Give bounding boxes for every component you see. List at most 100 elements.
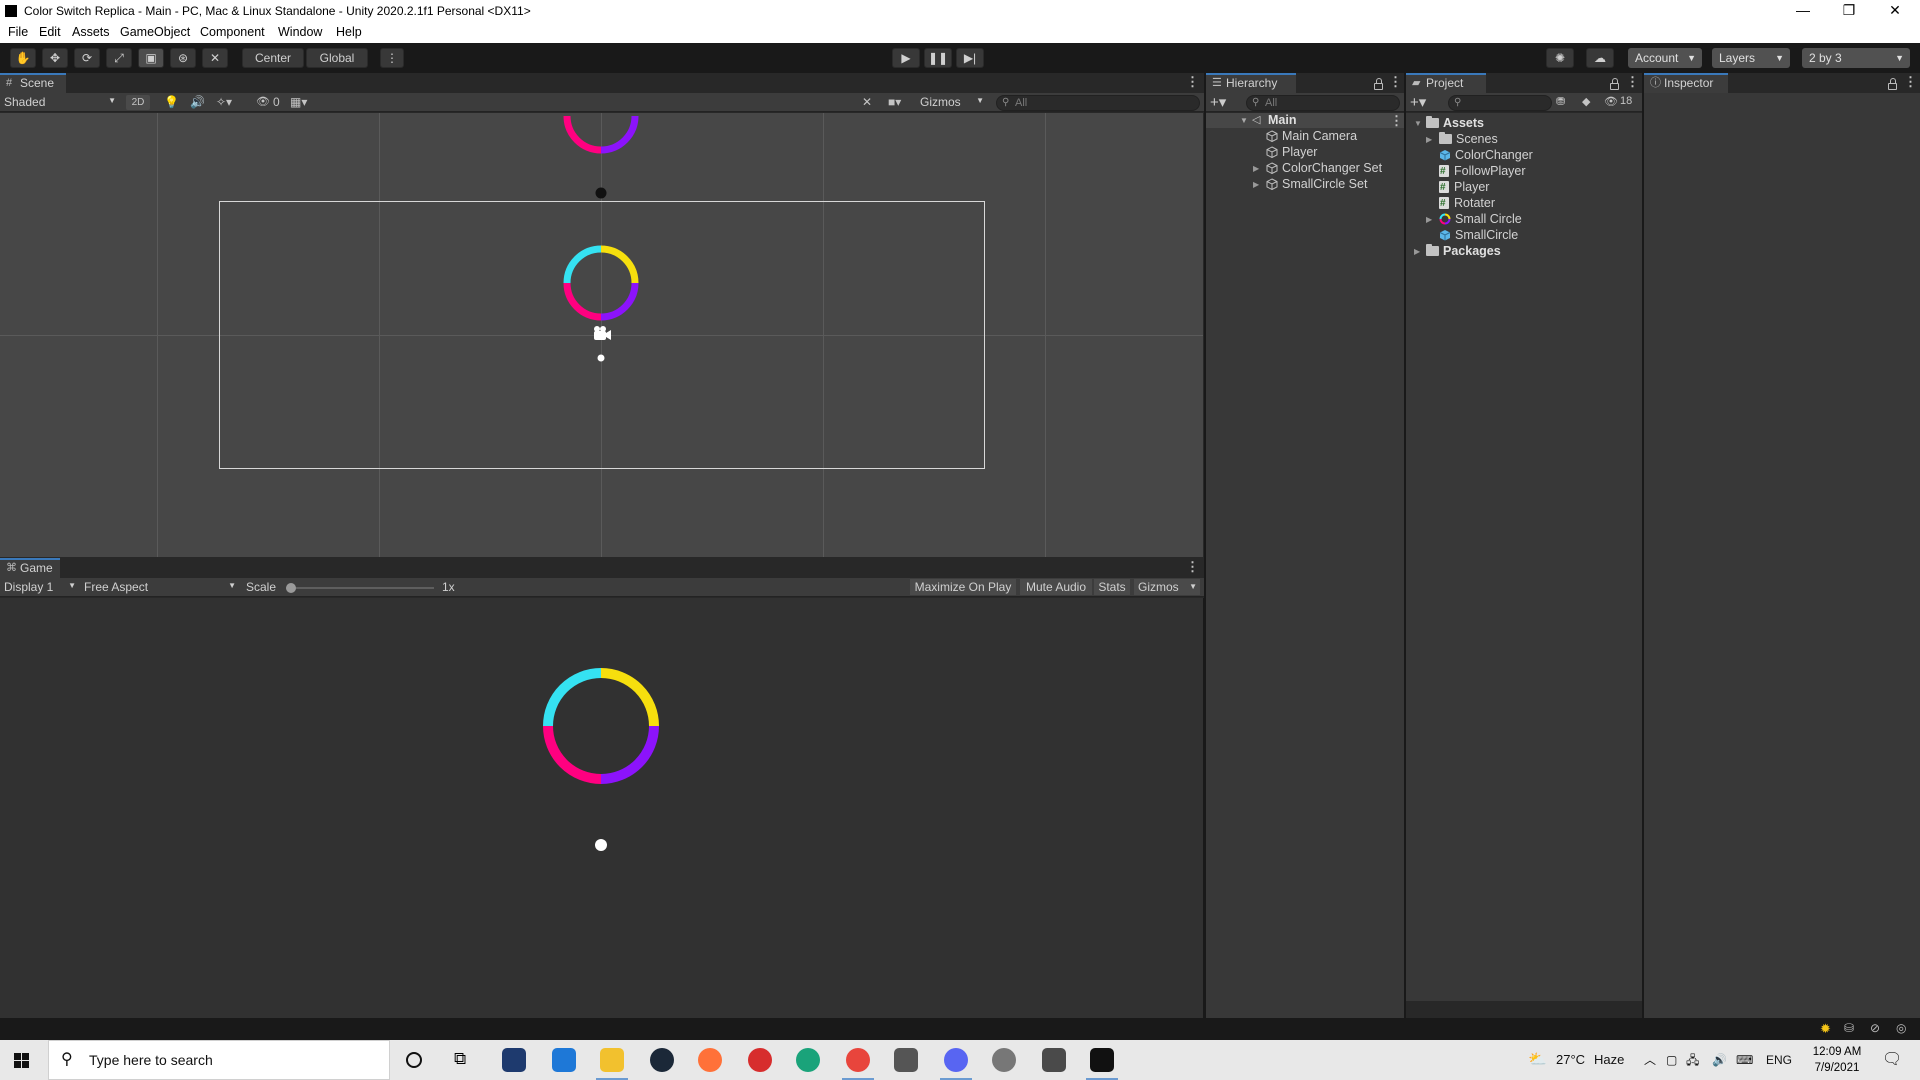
unity-editor-icon[interactable]	[1086, 1048, 1118, 1080]
add-icon[interactable]: +▾	[1410, 93, 1426, 111]
project-folder-scenes[interactable]: ▶ Scenes	[1426, 132, 1498, 147]
play-button[interactable]: ▶	[892, 48, 920, 68]
project-prefab-smallcircle[interactable]: SmallCircle	[1439, 228, 1518, 243]
move-tool-icon[interactable]: ✥	[42, 48, 68, 68]
lighting-icon[interactable]: 💡	[164, 95, 179, 109]
aspect-dropdown[interactable]: Free Aspect ▼	[84, 580, 238, 595]
hand-tool-icon[interactable]: ✋	[10, 48, 36, 68]
game-viewport[interactable]	[0, 598, 1203, 1018]
keyboard-icon[interactable]: ⌨	[1736, 1040, 1753, 1080]
expand-arrow-icon[interactable]: ▶	[1253, 161, 1259, 176]
scene-search-input[interactable]: ⚲ All	[996, 95, 1200, 111]
tray-app-icon[interactable]: ▢	[1666, 1040, 1677, 1080]
rotate-tool-icon[interactable]: ⟳	[74, 48, 100, 68]
gizmos-dropdown[interactable]: Gizmos ▼	[920, 95, 986, 110]
transform-tool-icon[interactable]: ⊛	[170, 48, 196, 68]
camera-app-icon[interactable]	[1042, 1048, 1066, 1072]
hierarchy-item-main-camera[interactable]: Main Camera	[1266, 129, 1357, 144]
hierarchy-menu-icon[interactable]: ⋮	[1389, 74, 1402, 90]
pivot-rotation-button[interactable]: Global	[306, 48, 368, 68]
scene-menu-icon[interactable]: ⋮	[1186, 74, 1199, 90]
lock-icon[interactable]	[1888, 78, 1897, 90]
store-icon[interactable]	[502, 1048, 526, 1072]
inspector-menu-icon[interactable]: ⋮	[1904, 74, 1917, 90]
weather-icon[interactable]: ⛅	[1528, 1040, 1547, 1080]
audio-icon[interactable]: 🔊	[190, 95, 205, 109]
layout-dropdown[interactable]: 2 by 3 ▼	[1802, 48, 1910, 68]
expand-arrow-icon[interactable]: ▶	[1426, 212, 1432, 227]
menu-component[interactable]: Component	[200, 25, 265, 39]
lock-icon[interactable]	[1374, 78, 1383, 90]
tab-game[interactable]: ⌘ Game	[0, 558, 60, 578]
camera-gizmo-icon[interactable]	[594, 326, 611, 340]
file-explorer-icon[interactable]	[596, 1048, 628, 1080]
chrome-icon[interactable]	[842, 1048, 874, 1080]
scene-menu-icon[interactable]: ⋮	[1390, 113, 1403, 128]
expand-arrow-icon[interactable]: ▶	[1426, 132, 1432, 147]
scale-tool-icon[interactable]: ⤢	[106, 48, 132, 68]
tab-project[interactable]: ▰ Project	[1406, 73, 1486, 93]
tab-scene[interactable]: # Scene	[0, 73, 66, 93]
windows-start-icon[interactable]	[14, 1053, 29, 1068]
project-script-player[interactable]: Player	[1439, 180, 1489, 195]
mute-audio-toggle[interactable]: Mute Audio	[1020, 579, 1092, 595]
notifications-icon[interactable]: 🗨	[1882, 1040, 1902, 1080]
step-button[interactable]: ▶|	[956, 48, 984, 68]
task-view-icon[interactable]: ⧉	[454, 1049, 466, 1069]
display-dropdown[interactable]: Display 1 ▼	[4, 580, 78, 595]
expand-arrow-icon[interactable]: ▼	[1240, 113, 1248, 128]
debug-icon[interactable]: ⊘	[1870, 1021, 1880, 1035]
rect-tool-icon[interactable]: ▣	[138, 48, 164, 68]
account-dropdown[interactable]: Account ▼	[1628, 48, 1702, 68]
hierarchy-search-input[interactable]: ⚲ All	[1246, 95, 1400, 111]
tab-inspector[interactable]: ⓘ Inspector	[1644, 73, 1728, 93]
hierarchy-item-player[interactable]: Player	[1266, 145, 1317, 160]
clock[interactable]: 12:09 AM 7/9/2021	[1804, 1044, 1870, 1076]
discord-icon[interactable]	[940, 1048, 972, 1080]
grid-toggle-icon[interactable]: ▦▾	[290, 95, 307, 109]
filter-type-icon[interactable]: ⛃	[1556, 95, 1565, 108]
cloud-icon[interactable]: ☁	[1586, 48, 1614, 68]
pocket-casts-icon[interactable]	[748, 1048, 772, 1072]
color-changer-dot[interactable]	[595, 187, 607, 199]
menu-help[interactable]: Help	[336, 25, 362, 39]
language-indicator[interactable]: ENG	[1766, 1040, 1792, 1080]
menu-edit[interactable]: Edit	[39, 25, 61, 39]
player-dot[interactable]	[597, 354, 605, 362]
project-menu-icon[interactable]: ⋮	[1626, 74, 1639, 90]
mail-icon[interactable]	[552, 1048, 576, 1072]
tray-chevron-icon[interactable]: ︿	[1644, 1040, 1656, 1080]
color-ring[interactable]	[563, 245, 639, 321]
menu-assets[interactable]: Assets	[72, 25, 110, 39]
camera-icon[interactable]: ■▾	[888, 95, 901, 109]
firefox-icon[interactable]	[698, 1048, 722, 1072]
volume-icon[interactable]: 🔊	[1712, 1040, 1727, 1080]
sun-progress-icon[interactable]: ✹	[1820, 1021, 1831, 1037]
scene-viewport[interactable]	[0, 113, 1203, 557]
project-folder-packages[interactable]: ▶ Packages	[1414, 244, 1501, 259]
2d-mode-button[interactable]: 2D	[126, 95, 150, 110]
hidden-packages-icon[interactable]: 👁	[1604, 95, 1618, 108]
settings-gear-icon[interactable]	[992, 1048, 1016, 1072]
game-menu-icon[interactable]: ⋮	[1186, 559, 1199, 575]
stats-toggle[interactable]: Stats	[1094, 579, 1130, 595]
steam-icon[interactable]	[650, 1048, 674, 1072]
minimize-button[interactable]: —	[1780, 0, 1826, 22]
pause-button[interactable]: ❚❚	[924, 48, 952, 68]
hierarchy-item-colorchanger-set[interactable]: ▶ ColorChanger Set	[1253, 161, 1382, 176]
hierarchy-item-smallcircle-set[interactable]: ▶ SmallCircle Set	[1253, 177, 1367, 192]
scale-slider-thumb[interactable]	[286, 583, 296, 593]
hidden-objects-icon[interactable]: 👁	[256, 95, 270, 108]
menu-gameobject[interactable]: GameObject	[120, 25, 190, 39]
collab-icon[interactable]: ✺	[1546, 48, 1574, 68]
close-button[interactable]: ✕	[1872, 0, 1918, 22]
lock-icon[interactable]	[1610, 78, 1619, 90]
game-gizmos-dropdown[interactable]: Gizmos ▼	[1134, 579, 1200, 595]
unity-hub-icon[interactable]	[894, 1048, 918, 1072]
project-prefab-colorchanger[interactable]: ColorChanger	[1439, 148, 1533, 163]
cortana-icon[interactable]	[406, 1052, 422, 1068]
menu-file[interactable]: File	[8, 25, 28, 39]
effects-icon[interactable]: ✧▾	[216, 95, 232, 109]
pivot-mode-button[interactable]: Center	[242, 48, 304, 68]
scene-row[interactable]: ▼ ◁ Main ⋮	[1206, 113, 1404, 128]
